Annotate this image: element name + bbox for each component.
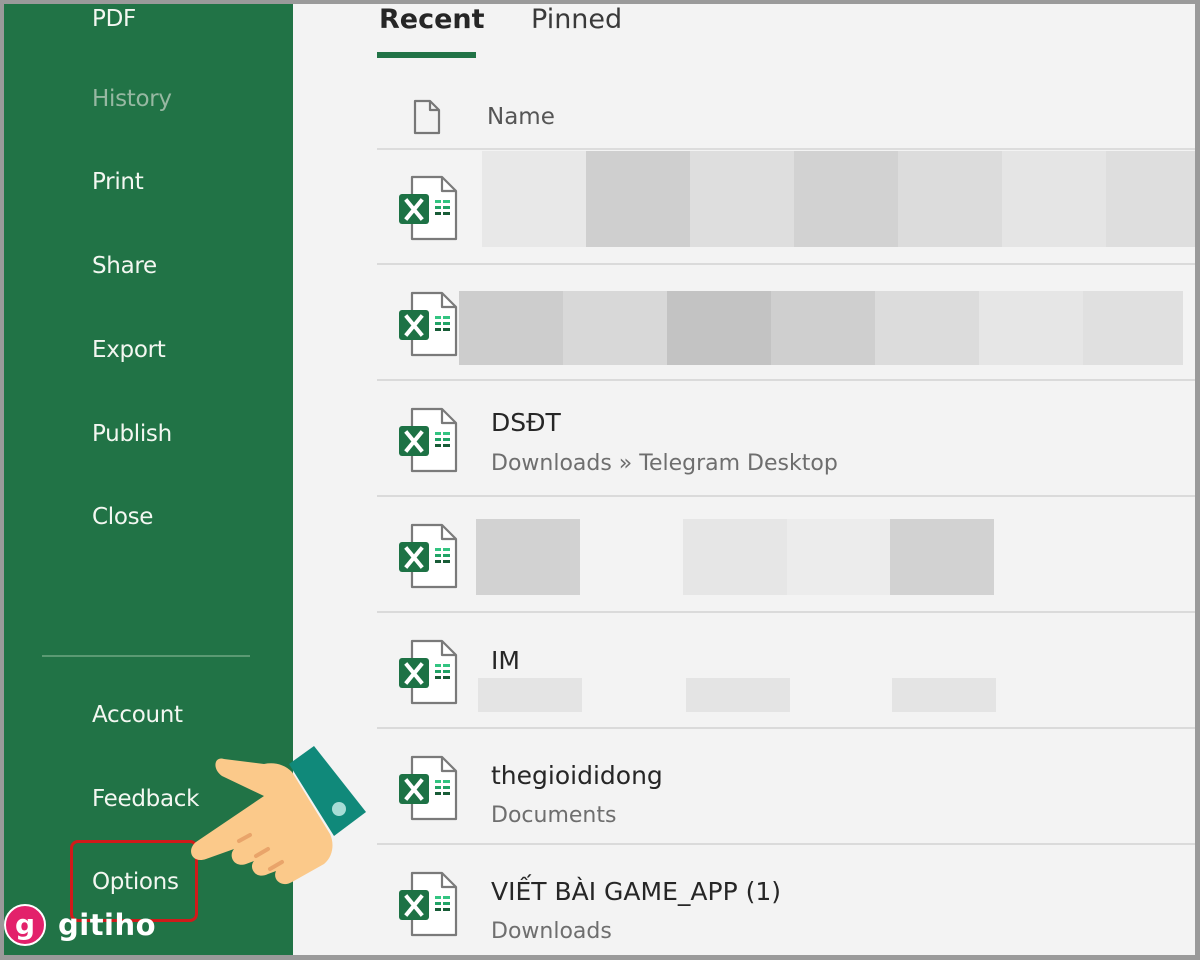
redacted-block	[478, 678, 582, 712]
sidebar-item-close[interactable]: Close	[92, 504, 153, 530]
pointing-hand-icon	[191, 746, 366, 885]
excel-icon	[399, 291, 461, 359]
sidebar-item-history[interactable]: History	[92, 86, 172, 112]
file-row[interactable]: DSĐT Downloads » Telegram Desktop	[377, 381, 1195, 497]
redacted-block	[686, 678, 790, 712]
file-row[interactable]: thegioididong Documents	[377, 729, 1195, 845]
file-type-icon[interactable]	[413, 99, 441, 135]
redacted-block	[979, 291, 1083, 365]
file-path: Downloads	[491, 919, 612, 944]
redacted-block	[771, 291, 875, 365]
redacted-block	[890, 519, 994, 595]
excel-icon	[399, 523, 461, 591]
tab-pinned[interactable]: Pinned	[531, 4, 622, 35]
file-row[interactable]	[377, 497, 1195, 613]
sidebar-item-print[interactable]: Print	[92, 169, 144, 195]
redacted-block	[1083, 291, 1183, 365]
excel-icon	[399, 639, 461, 707]
gitiho-watermark: g gitiho	[4, 904, 156, 946]
gitiho-logo-icon: g	[4, 904, 46, 946]
redacted-block	[1106, 151, 1195, 247]
file-name: IM	[491, 646, 520, 675]
active-tab-indicator	[377, 52, 476, 58]
redacted-block	[1002, 151, 1106, 247]
file-name: VIẾT BÀI GAME_APP (1)	[491, 877, 782, 906]
sidebar-divider	[42, 655, 250, 657]
sidebar-item-publish[interactable]: Publish	[92, 421, 172, 447]
file-row[interactable]	[377, 265, 1195, 381]
column-name-header[interactable]: Name	[487, 104, 555, 130]
file-row[interactable]	[377, 149, 1195, 265]
excel-icon	[399, 871, 461, 939]
redacted-block	[787, 519, 891, 595]
tab-recent[interactable]: Recent	[379, 4, 485, 35]
redacted-block	[476, 519, 580, 595]
redacted-block	[667, 291, 771, 365]
file-path: Documents	[491, 803, 617, 828]
sidebar-item-account[interactable]: Account	[92, 702, 183, 728]
redacted-block	[690, 151, 794, 247]
redacted-block	[794, 151, 898, 247]
redacted-block	[563, 291, 667, 365]
excel-icon	[399, 407, 461, 475]
redacted-block	[683, 519, 787, 595]
gitiho-logo-text: gitiho	[58, 908, 157, 942]
redacted-block	[875, 291, 979, 365]
file-path: Downloads » Telegram Desktop	[491, 451, 838, 476]
recent-files-panel: Recent Pinned Name DSĐT Downloads » Tele…	[293, 4, 1195, 955]
redacted-block	[482, 151, 586, 247]
sidebar-item-share[interactable]: Share	[92, 253, 157, 279]
redacted-block	[459, 291, 563, 365]
excel-backstage-window: PDF History Print Share Export Publish C…	[4, 4, 1195, 955]
excel-icon	[399, 175, 461, 243]
file-row[interactable]: IM	[377, 613, 1195, 729]
file-name: DSĐT	[491, 408, 561, 437]
sidebar-item-pdf[interactable]: PDF	[92, 6, 136, 32]
excel-icon	[399, 755, 461, 823]
redacted-block	[898, 151, 1002, 247]
file-row[interactable]: VIẾT BÀI GAME_APP (1) Downloads	[377, 845, 1195, 955]
sidebar-item-export[interactable]: Export	[92, 337, 166, 363]
file-list-header: Name	[377, 99, 1187, 139]
file-name: thegioididong	[491, 761, 663, 790]
redacted-block	[892, 678, 996, 712]
redacted-block	[586, 151, 690, 247]
